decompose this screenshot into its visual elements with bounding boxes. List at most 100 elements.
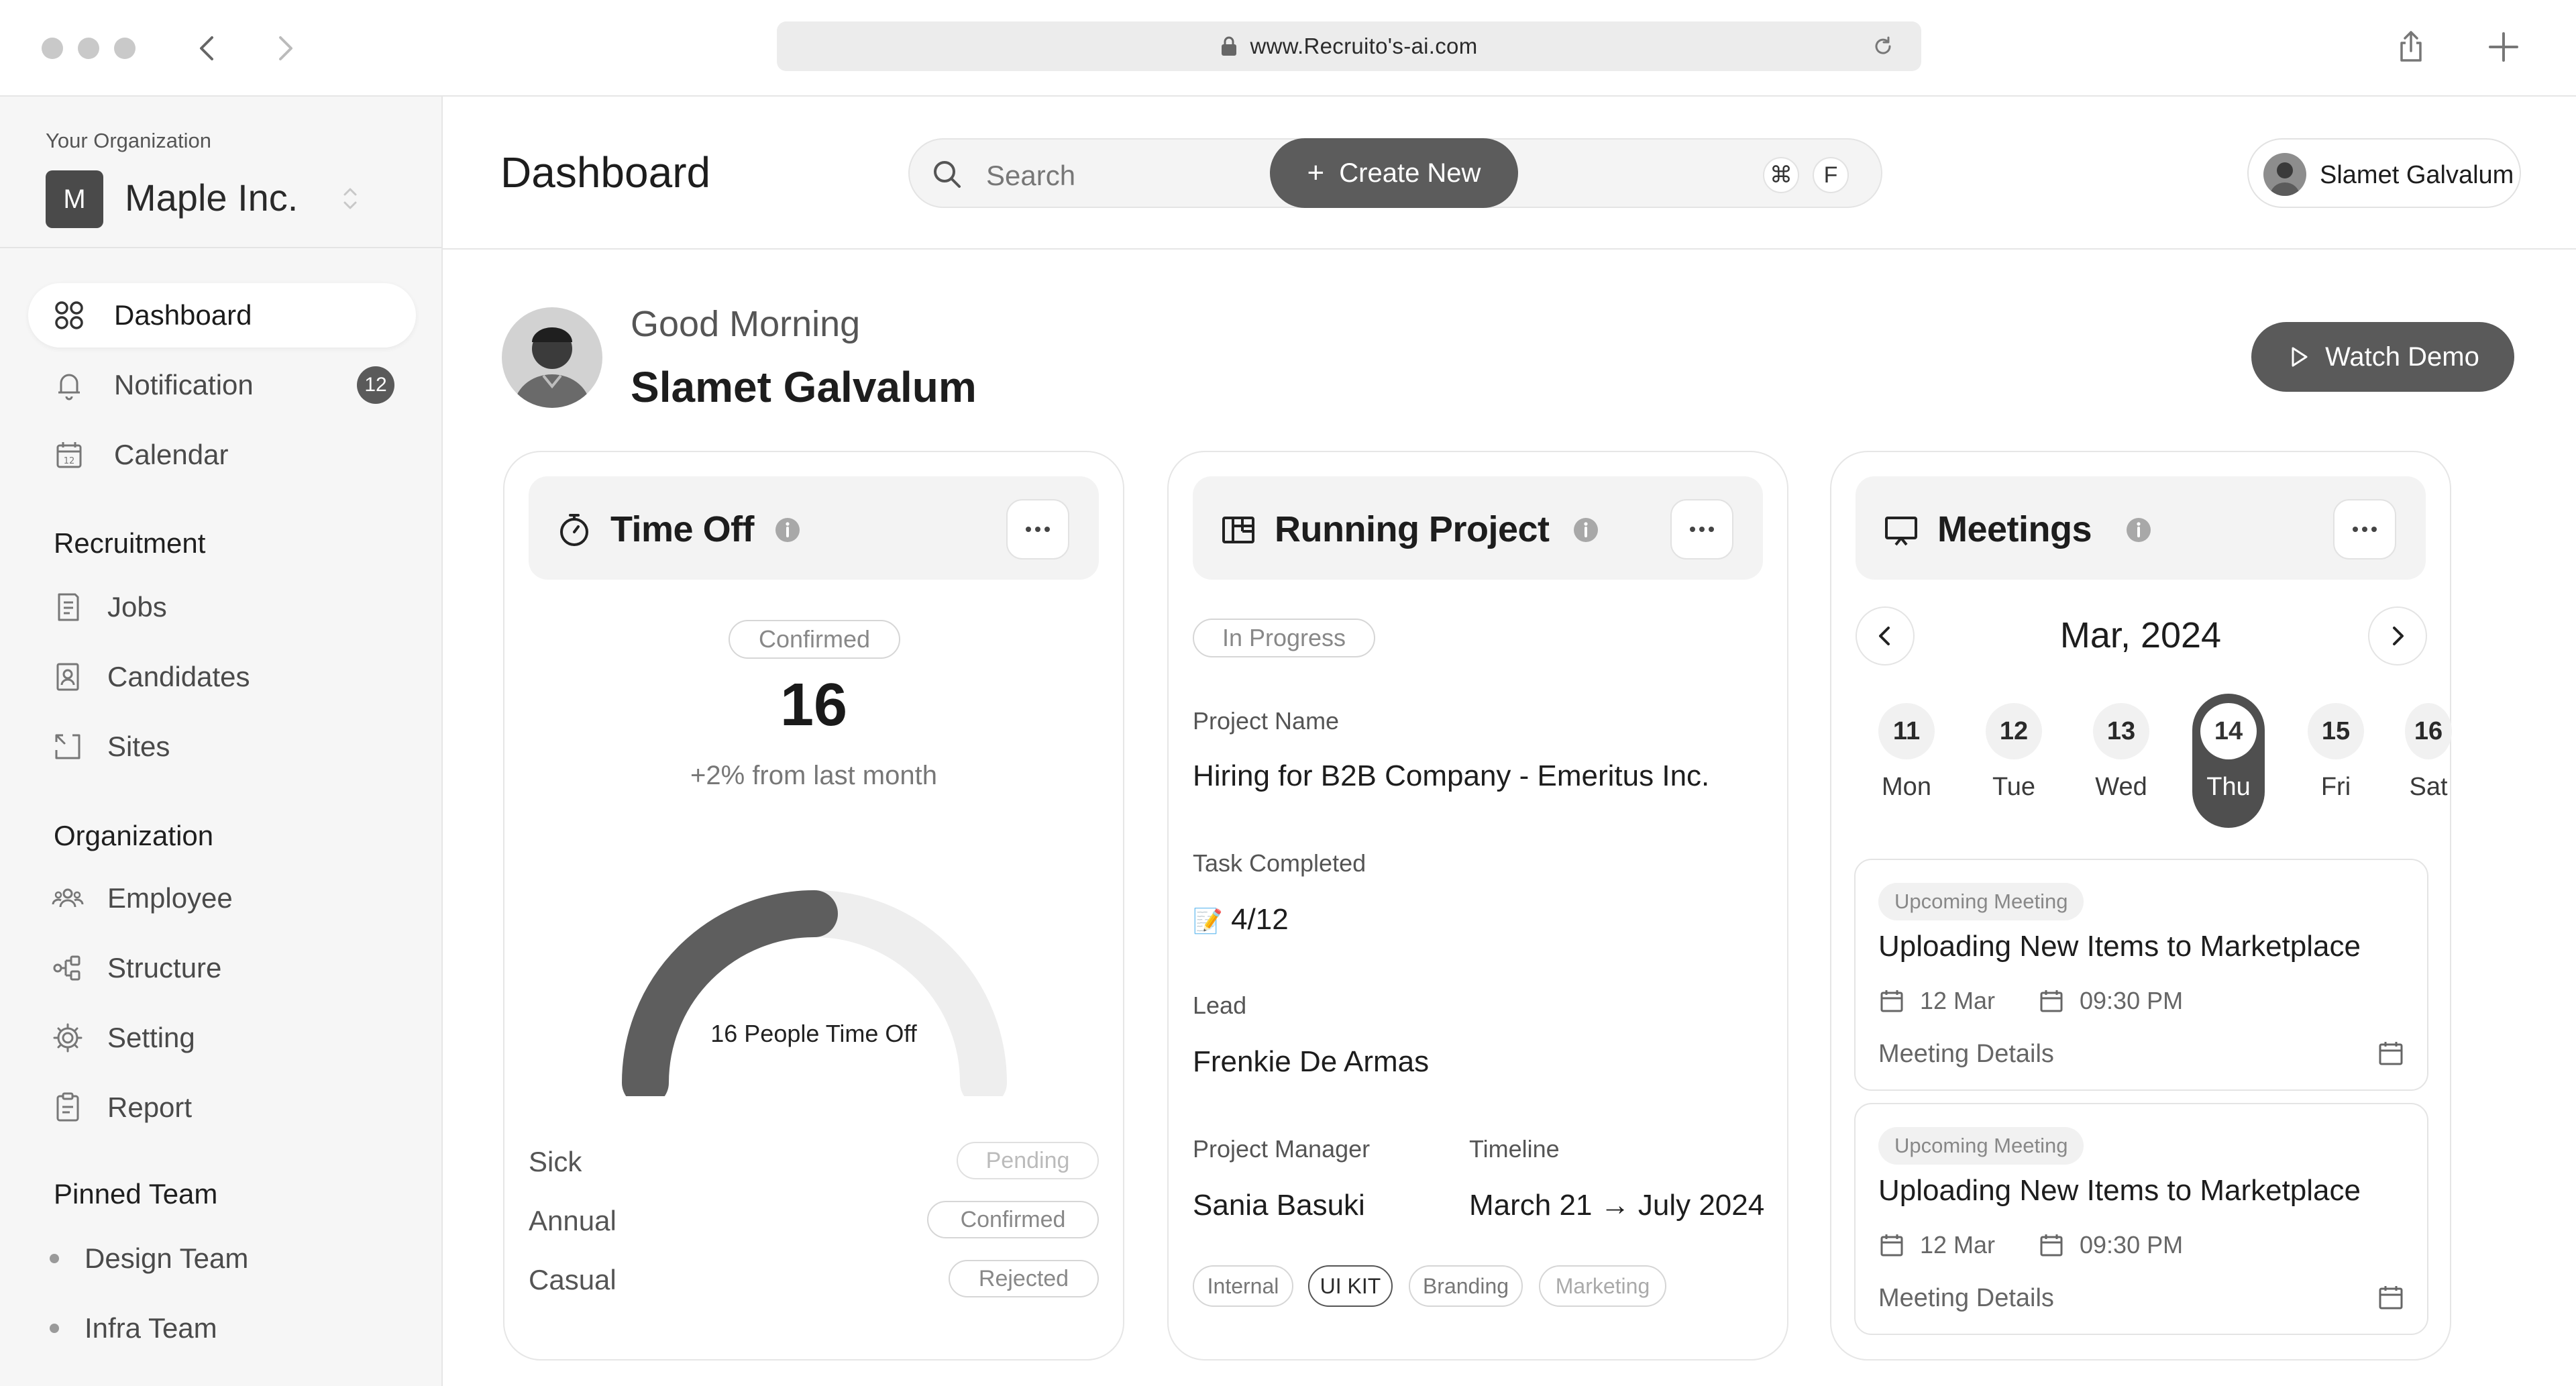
profile-avatar [502, 307, 602, 408]
day-cell[interactable]: 11 Mon [1870, 694, 1943, 828]
task-completed-value: 4/12 [1231, 903, 1289, 936]
more-options-button[interactable] [1670, 499, 1733, 559]
watch-demo-button[interactable]: Watch Demo [2251, 322, 2514, 392]
stopwatch-icon [555, 511, 593, 549]
meeting-item[interactable]: Upcoming Meeting Uploading New Items to … [1854, 1103, 2428, 1335]
people-icon [51, 882, 85, 915]
sidebar-item-design-team[interactable]: Design Team [50, 1232, 248, 1285]
maximize-window-button[interactable] [114, 38, 136, 59]
next-month-button[interactable] [2368, 606, 2427, 665]
grid-icon [52, 299, 86, 332]
command-key-icon: ⌘ [1763, 157, 1799, 193]
status-badge: Confirmed [927, 1201, 1099, 1238]
day-cell[interactable]: 12 Tue [1978, 694, 2050, 828]
calendar-icon [1880, 1234, 1903, 1257]
day-cell[interactable]: 13 Wed [2085, 694, 2157, 828]
leave-type-label: Sick [529, 1146, 582, 1177]
tag-marketing[interactable]: Marketing [1539, 1265, 1666, 1307]
sidebar-item-jobs[interactable]: Jobs [40, 577, 416, 637]
bullet-icon [50, 1324, 59, 1333]
sidebar-item-candidates[interactable]: Candidates [40, 647, 416, 707]
create-new-label: Create New [1339, 158, 1481, 188]
day-name: Fri [2320, 773, 2351, 801]
chevron-right-icon [2393, 627, 2404, 645]
sidebar-item-structure[interactable]: Structure [40, 938, 416, 998]
sidebar-item-notification[interactable]: Notification 12 [28, 353, 416, 417]
lead-value: Frenkie De Armas [1193, 1045, 1430, 1078]
calendar-icon[interactable] [2376, 1038, 2406, 1068]
clipboard-icon [51, 1091, 85, 1124]
sidebar-item-label: Notification [114, 369, 254, 401]
section-title-pinned-team: Pinned Team [54, 1178, 218, 1210]
reload-icon[interactable] [1872, 35, 1894, 58]
sidebar-item-setting[interactable]: Setting [40, 1008, 416, 1068]
forward-icon[interactable] [266, 30, 303, 67]
sidebar-item-report[interactable]: Report [40, 1077, 416, 1138]
day-number: 12 [1986, 703, 2042, 759]
more-icon [2353, 527, 2377, 532]
info-icon[interactable] [1572, 517, 1599, 543]
address-bar[interactable]: www.Recruito's-ai.com [777, 21, 1921, 71]
share-icon[interactable] [2391, 27, 2431, 67]
timeline-label: Timeline [1469, 1135, 1560, 1163]
watch-demo-label: Watch Demo [2325, 341, 2479, 372]
meeting-date: 12 Mar [1878, 983, 1995, 1018]
plus-icon: + [1307, 156, 1325, 189]
sidebar-item-infra-team[interactable]: Infra Team [50, 1301, 217, 1355]
time-off-count: 16 [780, 672, 848, 739]
sidebar-item-label: Sites [107, 731, 170, 762]
day-cell[interactable]: 15 Fri [2300, 694, 2372, 828]
info-icon[interactable] [774, 517, 801, 543]
meeting-details-link[interactable]: Meeting Details [1878, 1284, 2054, 1313]
sidebar-item-label: Structure [107, 952, 222, 983]
organization-avatar: M [46, 170, 103, 228]
tag-branding[interactable]: Branding [1409, 1265, 1523, 1307]
sidebar-item-label: Design Team [85, 1242, 249, 1274]
tag-ui-kit[interactable]: UI KIT [1308, 1265, 1393, 1307]
organization-switcher[interactable]: Your Organization M Maple Inc. [0, 97, 441, 248]
close-window-button[interactable] [42, 38, 63, 59]
more-options-button[interactable] [1006, 499, 1069, 559]
create-new-button[interactable]: + Create New [1270, 138, 1518, 208]
sidebar-item-sites[interactable]: Sites [40, 716, 416, 777]
sidebar-item-employee[interactable]: Employee [40, 868, 416, 928]
calendar-icon[interactable] [2376, 1283, 2406, 1312]
more-options-button[interactable] [2333, 499, 2396, 559]
running-project-card: Running Project In Progress Project Name… [1167, 451, 1788, 1361]
top-header: Dashboard Search ⌘ F + Create New Slamet… [443, 97, 2576, 250]
back-icon[interactable] [189, 30, 227, 67]
project-manager-label: Project Manager [1193, 1135, 1371, 1163]
meeting-details-link[interactable]: Meeting Details [1878, 1040, 2054, 1069]
chevron-updown-icon[interactable] [338, 178, 362, 219]
search-icon [930, 157, 965, 192]
sidebar-item-label: Setting [107, 1022, 195, 1053]
meeting-date: 12 Mar [1878, 1228, 1995, 1263]
bullet-icon [50, 1254, 59, 1263]
user-menu-button[interactable]: Slamet Galvalum [2247, 138, 2521, 208]
info-icon[interactable] [2125, 517, 2152, 543]
day-cell-selected[interactable]: 14 Thu [2192, 694, 2265, 828]
meetings-card: Meetings Mar, 2024 11 Mon 12 Tue 13 Wed … [1830, 451, 2452, 1361]
card-title: Meetings [1937, 509, 2092, 549]
card-header: Time Off [529, 476, 1099, 580]
url-text: www.Recruito's-ai.com [1250, 34, 1478, 58]
leave-type-label: Casual [529, 1264, 616, 1295]
lead-label: Lead [1193, 992, 1247, 1019]
sidebar-item-dashboard[interactable]: Dashboard [28, 283, 416, 348]
minimize-window-button[interactable] [78, 38, 99, 59]
new-tab-icon[interactable] [2483, 27, 2524, 67]
meeting-item[interactable]: Upcoming Meeting Uploading New Items to … [1854, 859, 2428, 1091]
gauge-fill [622, 890, 838, 1096]
day-name: Thu [2206, 773, 2251, 801]
leave-type-label: Annual [529, 1205, 616, 1236]
meeting-time: 09:30 PM [2038, 1228, 2183, 1263]
tag-internal[interactable]: Internal [1193, 1265, 1293, 1307]
bell-icon [52, 368, 86, 402]
meeting-title: Uploading New Items to Marketplace [1878, 1174, 2361, 1207]
status-badge: In Progress [1193, 619, 1375, 657]
board-icon [1220, 511, 1257, 549]
day-cell[interactable]: 16 Sat [2405, 694, 2452, 828]
notification-count-badge: 12 [357, 366, 394, 404]
sidebar-item-calendar[interactable]: 12 Calendar [28, 423, 416, 487]
play-icon [2292, 347, 2308, 367]
